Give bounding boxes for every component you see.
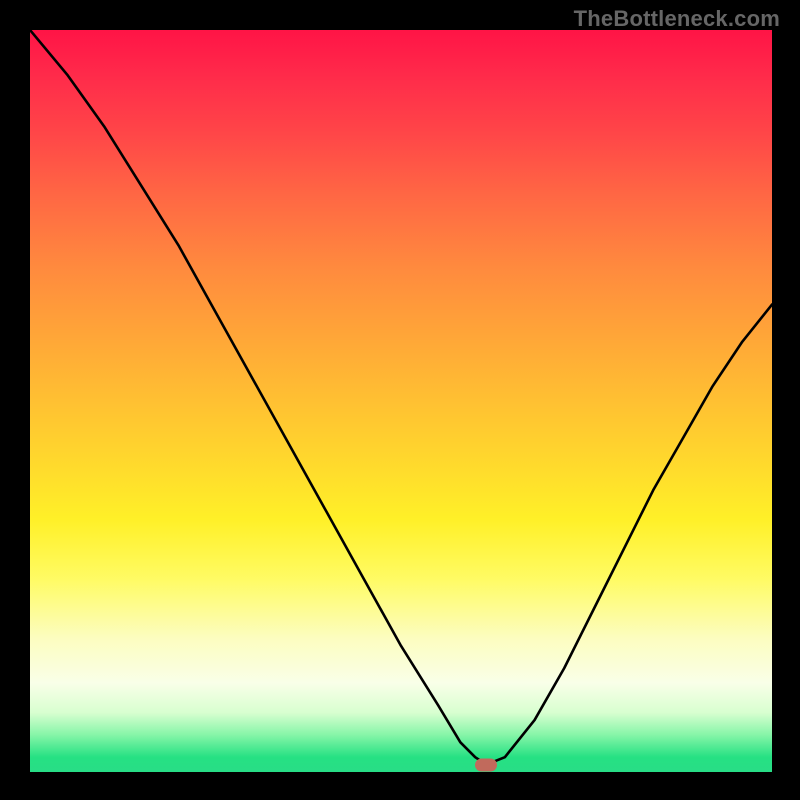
chart-frame: TheBottleneck.com bbox=[0, 0, 800, 800]
plot-area bbox=[30, 30, 772, 772]
watermark-text: TheBottleneck.com bbox=[574, 6, 780, 32]
optimal-point-marker bbox=[475, 758, 497, 771]
bottleneck-curve bbox=[30, 30, 772, 772]
